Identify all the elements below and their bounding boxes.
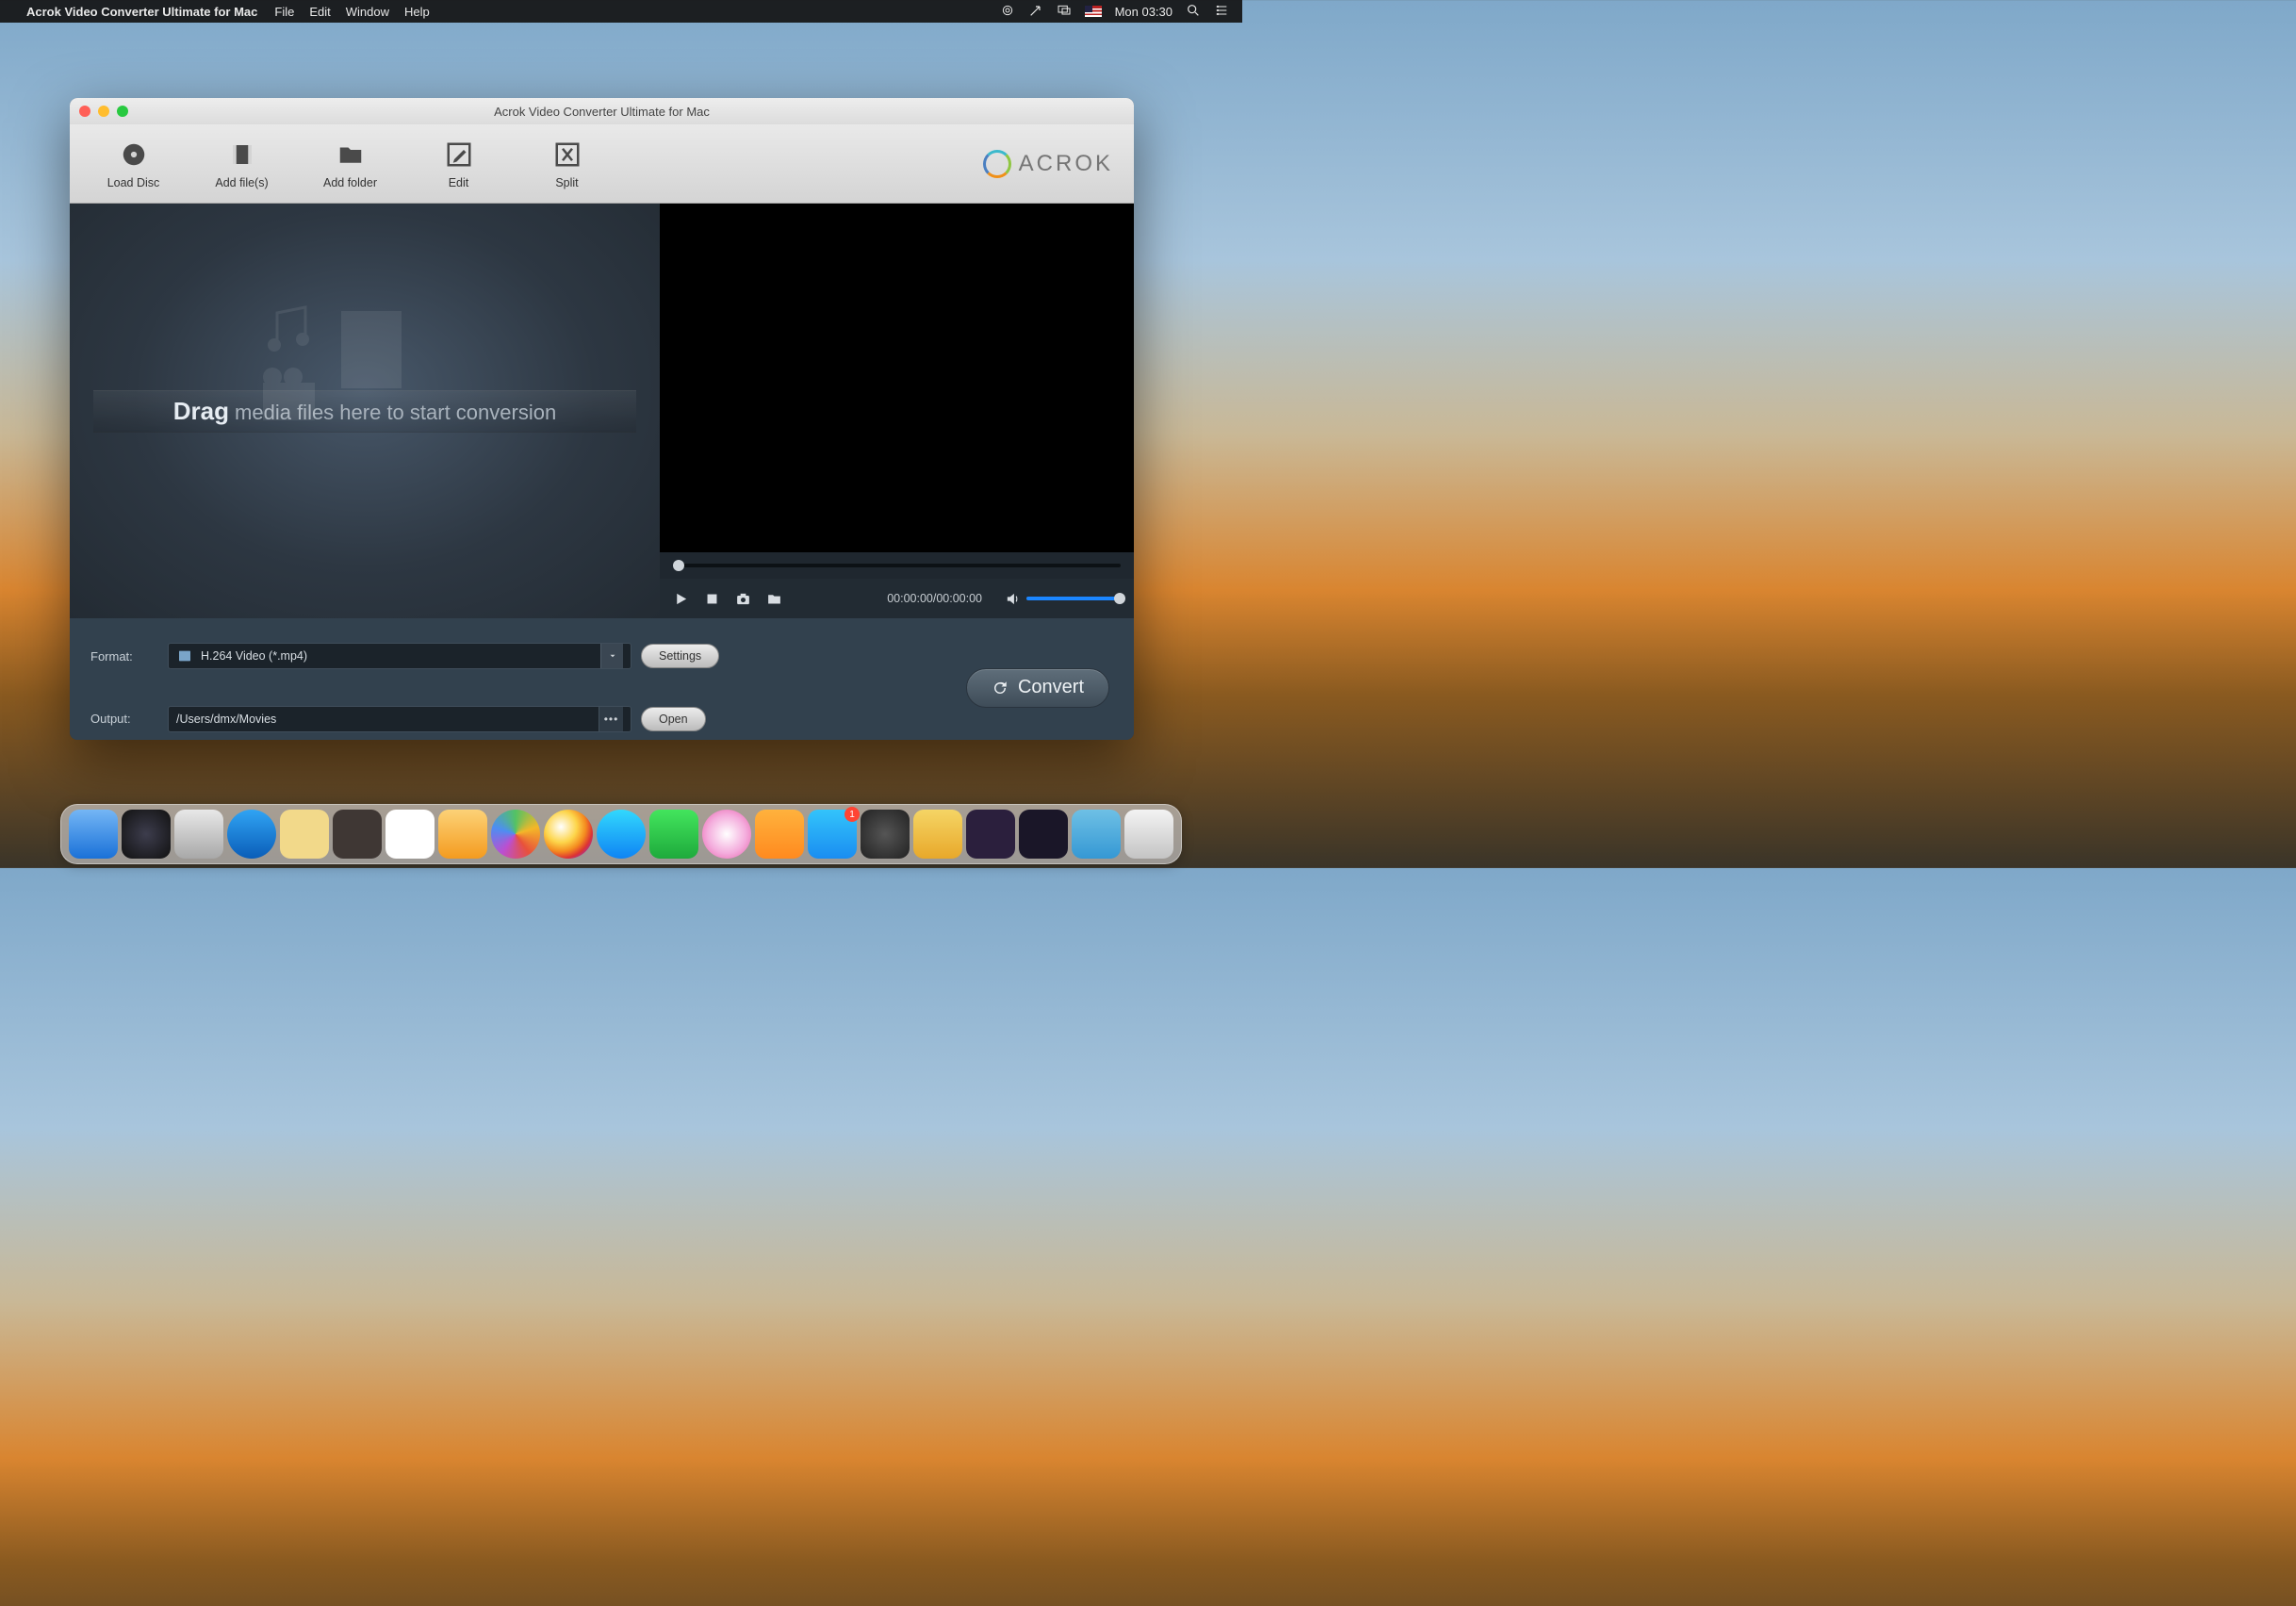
cc-status-icon[interactable] (1000, 3, 1015, 21)
volume-slider[interactable] (1026, 597, 1121, 600)
menu-help[interactable]: Help (404, 5, 430, 19)
menubar-app-name[interactable]: Acrok Video Converter Ultimate for Mac (26, 5, 257, 19)
browse-button[interactable]: ••• (599, 707, 623, 731)
camera-icon (254, 364, 338, 430)
toolbar: Load Disc Add file(s) Add folder Edit Sp… (70, 124, 1134, 204)
split-button[interactable]: Split (513, 139, 621, 189)
dock-maps[interactable] (491, 810, 540, 859)
menubar-clock[interactable]: Mon 03:30 (1115, 5, 1173, 19)
output-value: /Users/dmx/Movies (176, 713, 276, 726)
brand-logo-icon (983, 150, 1011, 178)
dock-preview[interactable] (280, 810, 329, 859)
edit-icon (443, 139, 475, 171)
dock-app-3[interactable] (1019, 810, 1068, 859)
drop-zone[interactable]: Dragmedia files here to start conversion (70, 204, 660, 618)
stop-button[interactable] (704, 591, 720, 607)
window-zoom-button[interactable] (117, 106, 128, 117)
edit-button[interactable]: Edit (404, 139, 513, 189)
spotlight-icon[interactable] (1186, 3, 1201, 21)
dock-downloads[interactable] (1072, 810, 1121, 859)
folder-icon (335, 139, 367, 171)
input-flag-icon[interactable] (1085, 6, 1102, 17)
format-dropdown-icon[interactable] (600, 644, 623, 668)
snapshot-button[interactable] (735, 591, 751, 607)
convert-button[interactable]: Convert (966, 668, 1109, 708)
menu-edit[interactable]: Edit (309, 5, 330, 19)
titlebar[interactable]: Acrok Video Converter Ultimate for Mac (70, 98, 1134, 124)
film-icon (226, 139, 258, 171)
seek-bar[interactable] (660, 552, 1134, 579)
dock-facetime[interactable] (649, 810, 698, 859)
format-value: H.264 Video (*.mp4) (201, 649, 307, 663)
dock-siri[interactable] (122, 810, 171, 859)
dock-appstore[interactable]: 1 (808, 810, 857, 859)
dock-itunes[interactable] (702, 810, 751, 859)
add-files-button[interactable]: Add file(s) (188, 139, 296, 189)
format-label: Format: (90, 649, 158, 664)
dock-notes[interactable] (438, 810, 487, 859)
brand: ACROK (983, 150, 1113, 178)
refresh-icon (992, 680, 1009, 696)
control-center-icon[interactable] (1214, 3, 1229, 21)
dock-safari[interactable] (227, 810, 276, 859)
volume-thumb[interactable] (1114, 593, 1125, 604)
split-icon (551, 139, 583, 171)
mp4-icon (176, 647, 193, 664)
music-note-icon (258, 298, 324, 364)
dock-sysprefs[interactable] (861, 810, 910, 859)
video-preview (660, 204, 1134, 552)
arrow-status-icon[interactable] (1028, 3, 1043, 21)
window-title: Acrok Video Converter Ultimate for Mac (70, 105, 1134, 119)
dock-ibooks[interactable] (755, 810, 804, 859)
settings-button[interactable]: Settings (641, 644, 719, 668)
dock-app-1[interactable] (913, 810, 962, 859)
dock-app-2[interactable] (966, 810, 1015, 859)
output-label: Output: (90, 712, 158, 726)
menu-file[interactable]: File (274, 5, 294, 19)
dock-calendar[interactable] (385, 810, 435, 859)
timecode: 00:00:00/00:00:00 (887, 592, 982, 605)
dock-contacts[interactable] (333, 810, 382, 859)
preview-panel: 00:00:00/00:00:00 (660, 204, 1134, 618)
display-status-icon[interactable] (1057, 3, 1072, 21)
snapshot-folder-button[interactable] (766, 591, 782, 607)
volume-icon[interactable] (1005, 591, 1021, 607)
drop-zone-hint: Dragmedia files here to start conversion (93, 390, 636, 433)
dock-photos[interactable] (544, 810, 593, 859)
window-minimize-button[interactable] (98, 106, 109, 117)
app-window: Acrok Video Converter Ultimate for Mac L… (70, 98, 1134, 740)
bottom-panel: Format: H.264 Video (*.mp4) Settings Out… (70, 618, 1134, 740)
open-button[interactable]: Open (641, 707, 706, 731)
output-field[interactable]: /Users/dmx/Movies ••• (168, 706, 631, 732)
play-button[interactable] (673, 591, 689, 607)
menubar: Acrok Video Converter Ultimate for Mac F… (0, 0, 1242, 23)
disc-icon (118, 139, 150, 171)
dock-messages[interactable] (597, 810, 646, 859)
dock: 1 (60, 804, 1182, 864)
appstore-badge: 1 (845, 807, 860, 822)
menu-window[interactable]: Window (346, 5, 389, 19)
format-select[interactable]: H.264 Video (*.mp4) (168, 643, 631, 669)
load-disc-button[interactable]: Load Disc (79, 139, 188, 189)
dock-finder[interactable] (69, 810, 118, 859)
window-close-button[interactable] (79, 106, 90, 117)
filmstrip-icon (334, 307, 409, 392)
dock-trash[interactable] (1124, 810, 1173, 859)
brand-text: ACROK (1019, 151, 1113, 177)
add-folder-button[interactable]: Add folder (296, 139, 404, 189)
dock-launchpad[interactable] (174, 810, 223, 859)
player-controls: 00:00:00/00:00:00 (660, 579, 1134, 618)
seek-thumb[interactable] (673, 560, 684, 571)
